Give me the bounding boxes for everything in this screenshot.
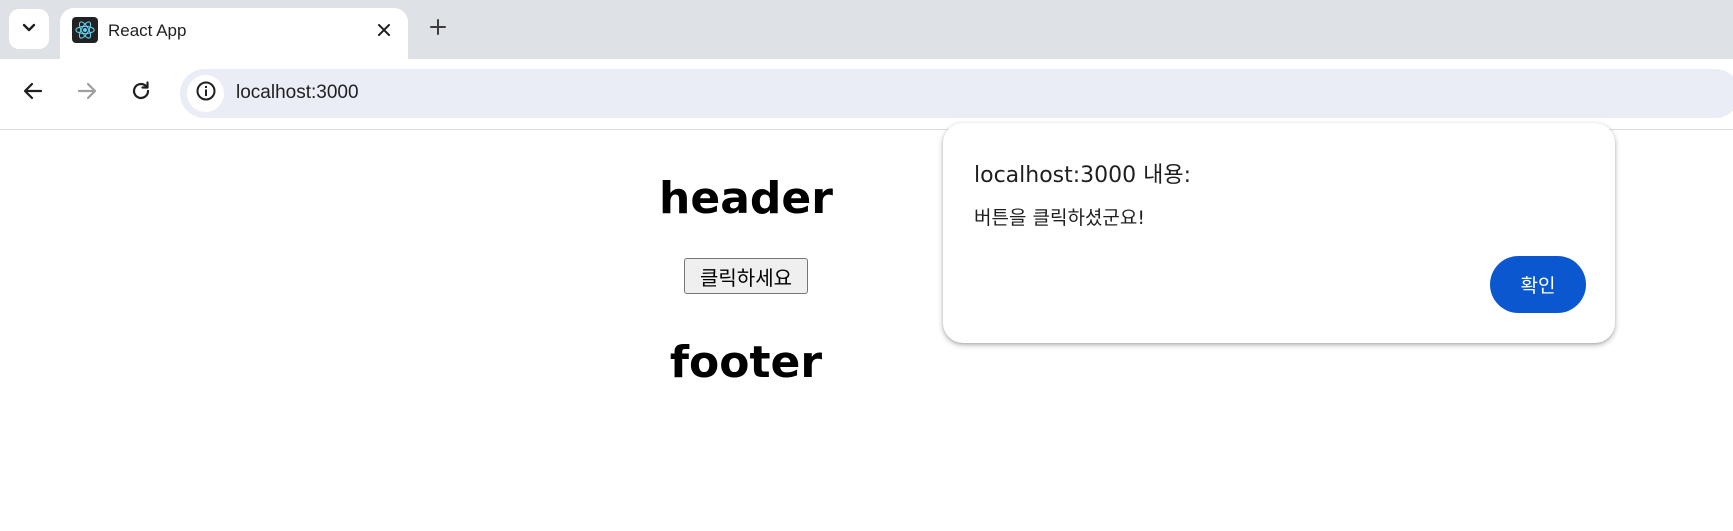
site-info-button[interactable]	[187, 75, 224, 112]
dialog-title: localhost:3000 내용:	[974, 163, 1192, 188]
forward-arrow-icon	[76, 80, 98, 107]
new-tab-button[interactable]	[423, 14, 453, 44]
back-button[interactable]	[16, 76, 50, 110]
back-arrow-icon	[22, 80, 44, 107]
reload-icon	[130, 80, 152, 107]
address-bar[interactable]: localhost:3000	[180, 69, 1733, 118]
browser-toolbar: localhost:3000	[0, 59, 1733, 130]
info-icon	[195, 80, 217, 107]
alert-dialog: localhost:3000 내용: 버튼을 클릭하셨군요! 확인	[943, 123, 1615, 343]
tab-search-button[interactable]	[9, 9, 49, 49]
close-icon[interactable]	[372, 18, 396, 42]
reload-button[interactable]	[124, 76, 158, 110]
click-me-button[interactable]: 클릭하세요	[684, 258, 808, 294]
plus-icon	[429, 18, 447, 41]
dialog-message: 버튼을 클릭하셨군요!	[974, 207, 1145, 229]
tab-title: React App	[108, 21, 187, 40]
forward-button[interactable]	[70, 76, 104, 110]
url-text[interactable]: localhost:3000	[236, 82, 359, 104]
tab-react-app[interactable]: React App	[60, 8, 408, 60]
tab-strip: React App	[0, 0, 1733, 60]
ok-button[interactable]: 확인	[1490, 256, 1586, 313]
chevron-down-icon	[21, 19, 37, 40]
react-logo-icon	[72, 17, 98, 43]
